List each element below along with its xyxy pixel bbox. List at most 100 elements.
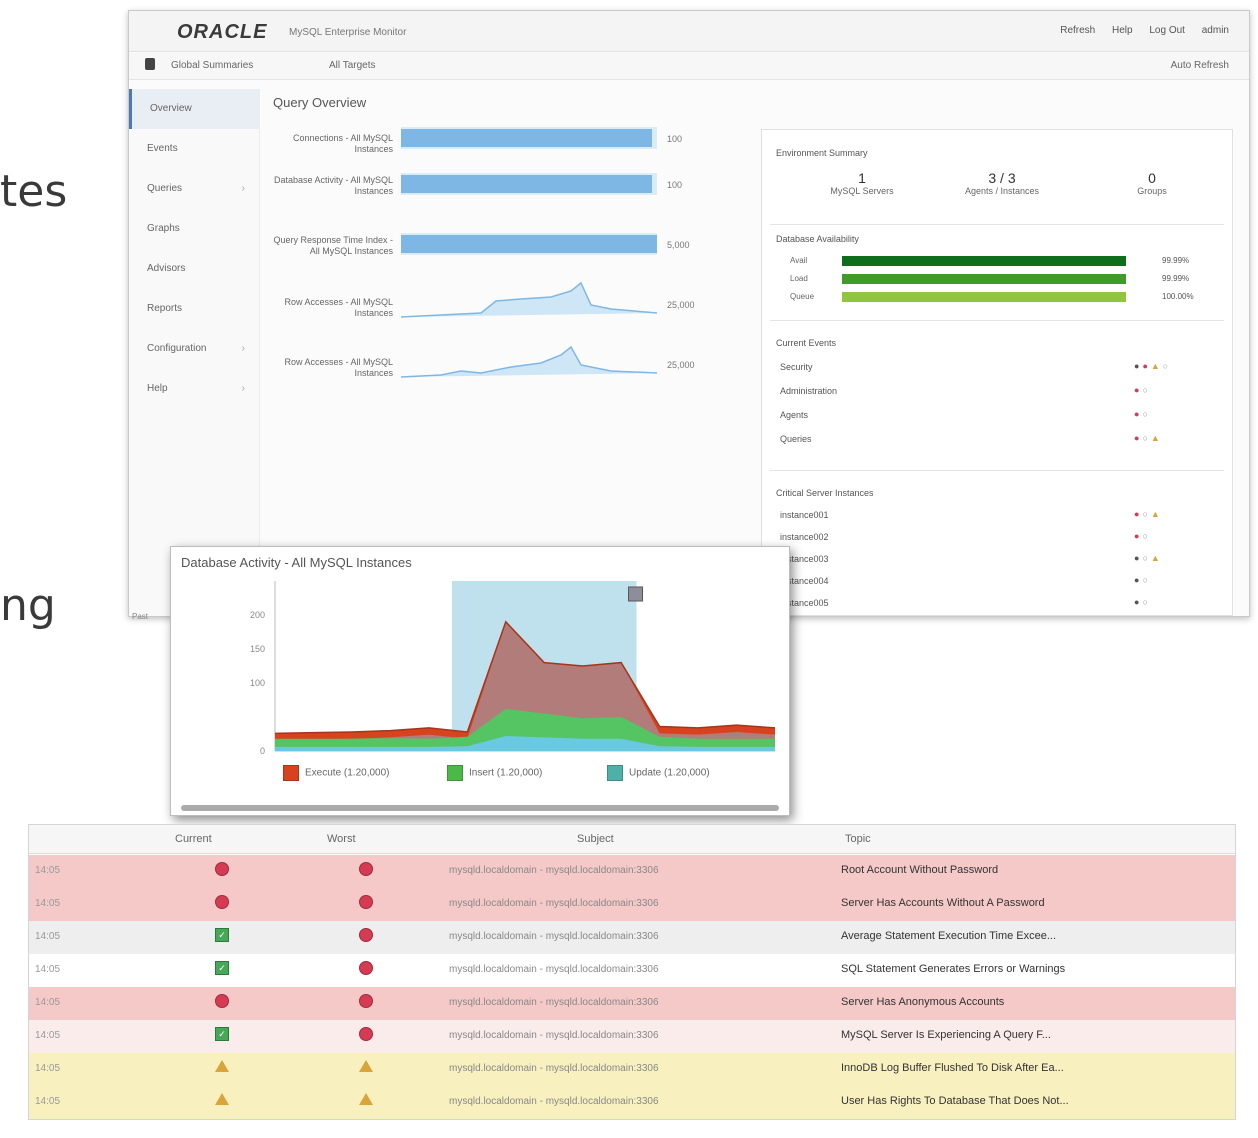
column-header-subject[interactable]: Subject — [577, 833, 614, 845]
row-topic[interactable]: Server Has Anonymous Accounts — [841, 996, 1004, 1008]
bar-value: 25,000 — [667, 360, 695, 370]
legend-item[interactable]: Update (1.20,000) — [607, 765, 710, 781]
bar-fill — [401, 129, 652, 147]
worst-status — [351, 895, 381, 912]
row-subject[interactable]: mysqld.localdomain - mysqld.localdomain:… — [449, 964, 659, 975]
y-tick-label: 100 — [250, 678, 265, 688]
row-time: 14:05 — [35, 931, 61, 942]
row-subject[interactable]: mysqld.localdomain - mysqld.localdomain:… — [449, 1063, 659, 1074]
oracle-logo: ORACLE — [177, 21, 268, 43]
table-row[interactable]: 14:05 mysqld.localdomain - mysqld.localdo… — [29, 888, 1235, 921]
row-topic[interactable]: Server Has Accounts Without A Password — [841, 897, 1045, 909]
y-tick-label: 200 — [250, 610, 265, 620]
column-header-current[interactable]: Current — [175, 833, 212, 845]
row-topic[interactable]: Root Account Without Password — [841, 864, 998, 876]
user-menu[interactable]: admin — [1202, 25, 1229, 36]
titlebar: ORACLE MySQL Enterprise Monitor Refresh … — [129, 11, 1249, 52]
table-row[interactable]: 14:05 mysqld.localdomain - mysqld.localdo… — [29, 987, 1235, 1020]
legend-item[interactable]: Execute (1.20,000) — [283, 765, 390, 781]
worst-status — [351, 961, 381, 978]
row-subject[interactable]: mysqld.localdomain - mysqld.localdomain:… — [449, 865, 659, 876]
logout-link[interactable]: Log Out — [1149, 25, 1185, 36]
column-header-topic[interactable]: Topic — [845, 833, 871, 845]
critical-icon — [215, 862, 229, 876]
chevron-right-icon: › — [241, 183, 245, 194]
row-topic[interactable]: InnoDB Log Buffer Flushed To Disk After … — [841, 1062, 1064, 1074]
table-row[interactable]: 14:05 mysqld.localdomain - mysqld.localdo… — [29, 1086, 1235, 1119]
sparkline-line — [401, 281, 657, 318]
sidebar-item-label: Reports — [147, 303, 183, 314]
stat-label: Groups — [1137, 186, 1167, 196]
status-dots: ●○▲ — [1134, 509, 1163, 519]
environment-panel: Environment Summary 1 MySQL Servers 3 / 3… — [761, 129, 1233, 616]
legend-item[interactable]: Insert (1.20,000) — [447, 765, 542, 781]
row-time: 14:05 — [35, 898, 61, 909]
sparkline-line — [401, 345, 657, 378]
horizontal-scrollbar[interactable] — [181, 805, 779, 811]
warning-icon — [359, 1060, 373, 1072]
chart-popup[interactable]: Database Activity - All MySQL Instances … — [170, 546, 790, 816]
list-item[interactable]: Agents — [780, 410, 808, 420]
side-label: Past — [132, 612, 149, 621]
sidebar-item-help[interactable]: Help › — [129, 369, 259, 409]
row-subject[interactable]: mysqld.localdomain - mysqld.localdomain:… — [449, 997, 659, 1008]
current-status — [207, 895, 237, 912]
current-status — [207, 862, 237, 879]
targets-dropdown[interactable]: All Targets — [329, 60, 376, 71]
row-topic[interactable]: Average Statement Execution Time Excee..… — [841, 930, 1056, 942]
legend-swatch — [283, 765, 299, 781]
section-title: Database Availability — [776, 234, 859, 244]
sidebar-item-configuration[interactable]: Configuration › — [129, 329, 259, 369]
table-row[interactable]: 14:05 mysqld.localdomain - mysqld.localdo… — [29, 1053, 1235, 1086]
column-header-worst[interactable]: Worst — [327, 833, 356, 845]
critical-icon — [359, 895, 373, 909]
table-row[interactable]: 14:05 ✓ mysqld.localdomain - mysqld.locald… — [29, 921, 1235, 954]
list-item[interactable]: Administration — [780, 386, 837, 396]
status-dots: ●○▲ — [1134, 433, 1163, 443]
row-subject[interactable]: mysqld.localdomain - mysqld.localdomain:… — [449, 898, 659, 909]
dashboard-window: ORACLE MySQL Enterprise Monitor Refresh … — [128, 10, 1250, 617]
refresh-link[interactable]: Refresh — [1060, 25, 1095, 36]
sidebar: Overview Events Queries › Graphs Advisors… — [129, 89, 260, 616]
row-time: 14:05 — [35, 997, 61, 1008]
sidebar-item-queries[interactable]: Queries › — [129, 169, 259, 209]
lock-icon — [145, 58, 155, 70]
row-subject[interactable]: mysqld.localdomain - mysqld.localdomain:… — [449, 931, 659, 942]
global-summaries-menu[interactable]: Global Summaries — [171, 60, 253, 71]
row-topic[interactable]: SQL Statement Generates Errors or Warnin… — [841, 963, 1065, 975]
stat-groups[interactable]: 0 Groups — [1092, 170, 1212, 196]
sidebar-item-overview[interactable]: Overview — [129, 89, 259, 129]
table-row[interactable]: 14:05 mysqld.localdomain - mysqld.localdo… — [29, 855, 1235, 888]
stat-value: 3 / 3 — [988, 170, 1016, 186]
sidebar-item-label: Configuration — [147, 343, 207, 354]
top-links: Refresh Help Log Out admin — [1046, 25, 1229, 36]
row-label: Row Accesses - All MySQL Instances — [284, 357, 393, 378]
stat-agents[interactable]: 3 / 3 Agents / Instances — [942, 170, 1062, 196]
row-topic[interactable]: MySQL Server Is Experiencing A Query F..… — [841, 1029, 1051, 1041]
sidebar-item-graphs[interactable]: Graphs — [129, 209, 259, 249]
table-row[interactable]: 14:05 ✓ mysqld.localdomain - mysqld.locald… — [29, 954, 1235, 987]
sidebar-item-events[interactable]: Events — [129, 129, 259, 169]
current-status: ✓ — [207, 928, 237, 942]
stat-label: MySQL Servers — [830, 186, 894, 196]
health-bar — [842, 256, 1126, 266]
list-item[interactable]: instance001 — [780, 510, 829, 520]
row-subject[interactable]: mysqld.localdomain - mysqld.localdomain:… — [449, 1096, 659, 1107]
list-item[interactable]: Queries — [780, 434, 812, 444]
status-dots: ●○ — [1134, 597, 1151, 607]
row-subject[interactable]: mysqld.localdomain - mysqld.localdomain:… — [449, 1030, 659, 1041]
status-dots: ●○ — [1134, 531, 1151, 541]
row-topic[interactable]: User Has Rights To Database That Does No… — [841, 1095, 1069, 1107]
list-item[interactable]: instance002 — [780, 532, 829, 542]
table-row[interactable]: 14:05 ✓ mysqld.localdomain - mysqld.locald… — [29, 1020, 1235, 1053]
sidebar-item-advisors[interactable]: Advisors — [129, 249, 259, 289]
help-link[interactable]: Help — [1112, 25, 1133, 36]
stat-servers[interactable]: 1 MySQL Servers — [802, 170, 922, 196]
status-dots: ●●▲○ — [1134, 361, 1172, 371]
row-time: 14:05 — [35, 865, 61, 876]
list-item[interactable]: Security — [780, 362, 813, 372]
auto-refresh-dropdown[interactable]: Auto Refresh — [1171, 60, 1229, 71]
legend-label: Update (1.20,000) — [629, 767, 710, 779]
section-title: Current Events — [776, 338, 837, 348]
sidebar-item-reports[interactable]: Reports — [129, 289, 259, 329]
